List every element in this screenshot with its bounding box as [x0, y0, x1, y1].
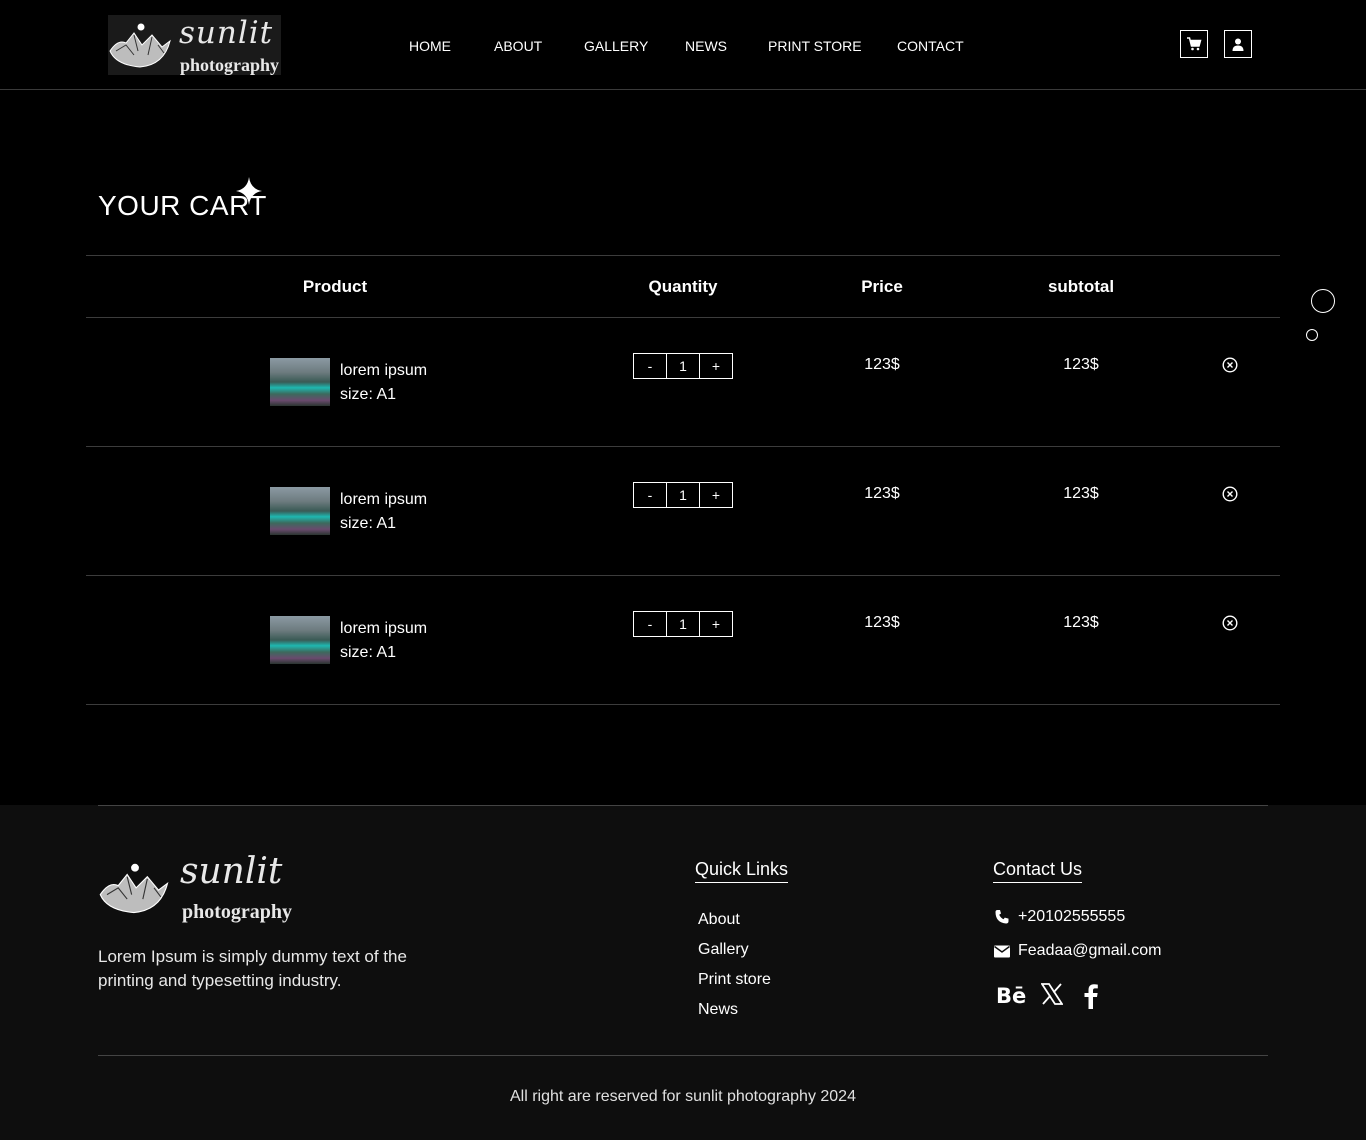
cart-row: lorem ipsum size: A1 - 1 + 123$ 123$ [86, 318, 1280, 447]
x-link[interactable] [1040, 983, 1064, 1010]
column-header-quantity: Quantity [648, 277, 718, 296]
decrease-quantity-button[interactable]: - [634, 612, 666, 636]
svg-text:Bē: Bē [996, 984, 1026, 1007]
item-subtotal: 123$ [1063, 485, 1099, 502]
product-thumbnail[interactable] [270, 358, 330, 406]
decorative-circle [1311, 289, 1335, 313]
item-price: 123$ [864, 356, 900, 373]
phone-icon [995, 910, 1009, 924]
quick-links-heading: Quick Links [695, 859, 789, 883]
footer-logo[interactable]: sunlit photography [98, 851, 308, 933]
product-thumbnail[interactable] [270, 616, 330, 664]
envelope-icon [994, 945, 1010, 957]
nav-gallery[interactable]: GALLERY [584, 38, 648, 54]
nav-home[interactable]: HOME [409, 38, 451, 54]
table-bottom-divider [86, 704, 1280, 705]
product-thumbnail[interactable] [270, 487, 330, 535]
copyright-text: All right are reserved for sunlit photog… [510, 1088, 856, 1105]
cart-row: lorem ipsum size: A1 - 1 + 123$ 123$ [86, 447, 1280, 576]
site-logo[interactable]: sunlit photography [108, 15, 281, 75]
facebook-icon [1084, 984, 1098, 1009]
increase-quantity-button[interactable]: + [699, 354, 732, 378]
footer-about-text: Lorem Ipsum is simply dummy text of the … [98, 947, 407, 990]
column-header-price: Price [861, 277, 903, 296]
item-price: 123$ [864, 485, 900, 502]
sparkle-icon [236, 177, 262, 205]
cart-row: lorem ipsum size: A1 - 1 + 123$ 123$ [86, 576, 1280, 705]
quantity-value[interactable]: 1 [666, 612, 699, 636]
increase-quantity-button[interactable]: + [699, 483, 732, 507]
remove-item-icon[interactable] [1222, 486, 1238, 502]
product-size: size: A1 [340, 386, 397, 403]
user-icon [1232, 38, 1244, 51]
logo-subtitle: photography [180, 55, 280, 75]
product-name: lorem ipsum [340, 620, 428, 637]
cart-button[interactable] [1180, 30, 1208, 58]
account-button[interactable] [1224, 30, 1252, 58]
product-name: lorem ipsum [340, 362, 428, 379]
contact-email[interactable]: Feadaa@gmail.com [994, 942, 1161, 960]
item-price: 123$ [864, 614, 900, 631]
footer-link-news[interactable]: News [698, 1001, 738, 1019]
logo-title: sunlit [179, 15, 274, 51]
decorative-circle-small [1306, 329, 1318, 341]
nav-print-store[interactable]: PRINT STORE [768, 38, 862, 54]
contact-phone[interactable]: +20102555555 [994, 908, 1125, 926]
behance-icon: Bē [996, 984, 1026, 1008]
phone-number: +20102555555 [1018, 908, 1126, 925]
product-size: size: A1 [340, 644, 397, 661]
mountain-logo-icon [99, 863, 169, 914]
cart-icon [1187, 37, 1202, 51]
remove-item-icon[interactable] [1222, 615, 1238, 631]
column-header-subtotal: subtotal [1047, 277, 1115, 296]
decrease-quantity-button[interactable]: - [634, 483, 666, 507]
footer-link-about[interactable]: About [698, 911, 740, 929]
footer-logo-title: sunlit [180, 851, 283, 892]
nav-contact[interactable]: CONTACT [897, 38, 964, 54]
item-subtotal: 123$ [1063, 614, 1099, 631]
behance-link[interactable]: Bē [996, 983, 1026, 1012]
nav-news[interactable]: NEWS [685, 38, 727, 54]
quantity-stepper: - 1 + [633, 353, 733, 379]
site-footer: sunlit photography Lorem Ipsum is simply… [0, 805, 1366, 1140]
mountain-logo-icon [109, 23, 171, 68]
product-size: size: A1 [340, 515, 397, 532]
footer-logo-subtitle: photography [182, 901, 293, 923]
facebook-link[interactable] [1083, 983, 1099, 1014]
site-header: sunlit photography HOME ABOUT GALLERY NE… [0, 0, 1366, 90]
footer-top-divider [98, 805, 1268, 806]
quantity-stepper: - 1 + [633, 482, 733, 508]
email-address: Feadaa@gmail.com [1018, 942, 1162, 959]
quantity-value[interactable]: 1 [666, 354, 699, 378]
column-header-product: Product [302, 277, 368, 296]
contact-heading: Contact Us [993, 859, 1083, 883]
footer-bottom-divider [98, 1055, 1268, 1056]
remove-item-icon[interactable] [1222, 357, 1238, 373]
quantity-value[interactable]: 1 [666, 483, 699, 507]
decrease-quantity-button[interactable]: - [634, 354, 666, 378]
table-top-divider [86, 255, 1280, 256]
quantity-stepper: - 1 + [633, 611, 733, 637]
increase-quantity-button[interactable]: + [699, 612, 732, 636]
item-subtotal: 123$ [1063, 356, 1099, 373]
footer-link-gallery[interactable]: Gallery [698, 941, 749, 959]
x-icon [1040, 983, 1064, 1005]
nav-about[interactable]: ABOUT [494, 38, 542, 54]
footer-link-print-store[interactable]: Print store [698, 971, 771, 989]
product-name: lorem ipsum [340, 491, 428, 508]
